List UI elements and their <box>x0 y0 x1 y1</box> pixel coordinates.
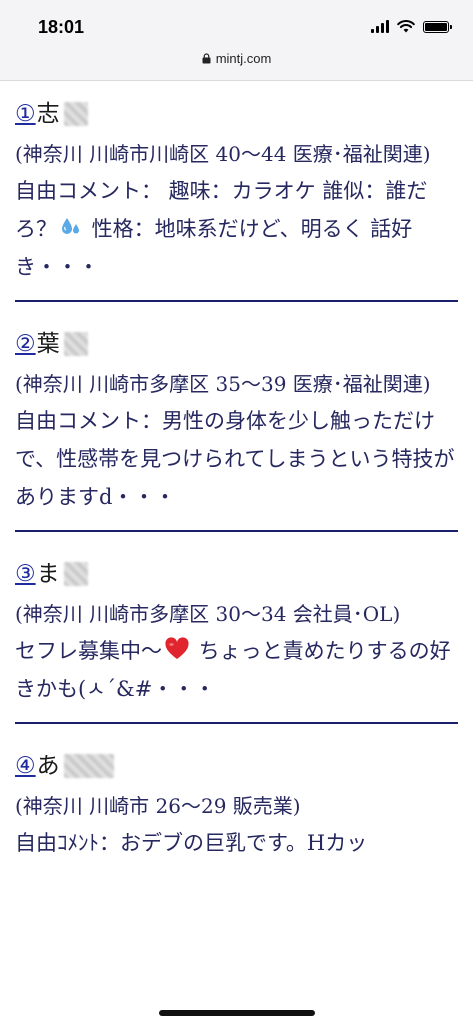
profile-meta: (神奈川 川崎市 26〜29 販売業) <box>15 794 301 818</box>
profile-entry: ② 葉 (神奈川 川崎市多摩区 35〜39 医療･福祉関連) 自由コメント：男性… <box>15 312 458 516</box>
address-bar[interactable]: mintj.com <box>0 51 473 66</box>
blurred-name <box>63 754 114 778</box>
blurred-name <box>63 562 88 586</box>
profile-number-link[interactable]: ② <box>15 322 36 366</box>
profile-name-line: ③ ま <box>15 552 458 596</box>
profile-comment: 自由ｺﾒﾝﾄ：おデブの巨乳です。Hカッ <box>15 831 368 855</box>
status-icons <box>371 20 452 33</box>
divider <box>15 722 458 724</box>
profile-name-line: ① 志 <box>15 92 458 136</box>
profile-entry: ① 志 (神奈川 川崎市川崎区 40〜44 医療･福祉関連) 自由コメント： 趣… <box>15 82 458 286</box>
profile-number-link[interactable]: ① <box>15 92 36 136</box>
profile-list: ① 志 (神奈川 川崎市川崎区 40〜44 医療･福祉関連) 自由コメント： 趣… <box>15 82 458 862</box>
profile-comment: 自由コメント：男性の身体を少し触っただけで、性感帯を見つけられてしまうという特技… <box>15 409 455 509</box>
signal-icon <box>371 20 389 33</box>
profile-name: あ <box>36 753 60 779</box>
profile-name: ま <box>36 561 60 587</box>
url-text: mintj.com <box>215 51 272 66</box>
profile-name: 葉 <box>36 331 60 357</box>
status-time: 18:01 <box>38 17 85 37</box>
divider <box>15 530 458 532</box>
blurred-name <box>63 332 88 356</box>
divider <box>15 300 458 302</box>
profile-name: 志 <box>36 101 60 127</box>
status-bar: 18:01 mintj.com <box>0 0 473 81</box>
comment-text: セフレ募集中〜 <box>15 639 162 663</box>
red-heart-icon <box>165 637 189 659</box>
profile-number-link[interactable]: ③ <box>15 552 36 596</box>
battery-icon <box>423 20 452 33</box>
lock-icon <box>202 53 211 64</box>
blurred-name <box>63 102 88 126</box>
profile-number-link[interactable]: ④ <box>15 744 36 788</box>
wifi-icon <box>397 20 415 33</box>
profile-meta: (神奈川 川崎市多摩区 30〜34 会社員･OL) <box>15 602 401 626</box>
profile-comment: セフレ募集中〜 ちょっと責めたりするの好きかも(ㅅ´&#・・・ <box>15 632 458 708</box>
profile-meta: (神奈川 川崎市多摩区 35〜39 医療･福祉関連) <box>15 372 431 396</box>
sweat-droplets-icon <box>62 218 79 234</box>
profile-meta: (神奈川 川崎市川崎区 40〜44 医療･福祉関連) <box>15 142 431 166</box>
profile-name-line: ④ あ <box>15 744 458 788</box>
profile-comment: 自由コメント： 趣味：カラオケ 誰似：誰だろ？ 性格：地味系だけど、明るく 話好… <box>15 172 458 286</box>
profile-entry: ③ ま (神奈川 川崎市多摩区 30〜34 会社員･OL) セフレ募集中〜 ちょ… <box>15 542 458 708</box>
home-indicator[interactable] <box>159 1010 315 1016</box>
profile-name-line: ② 葉 <box>15 322 458 366</box>
profile-entry: ④ あ (神奈川 川崎市 26〜29 販売業) 自由ｺﾒﾝﾄ：おデブの巨乳です。… <box>15 734 458 862</box>
